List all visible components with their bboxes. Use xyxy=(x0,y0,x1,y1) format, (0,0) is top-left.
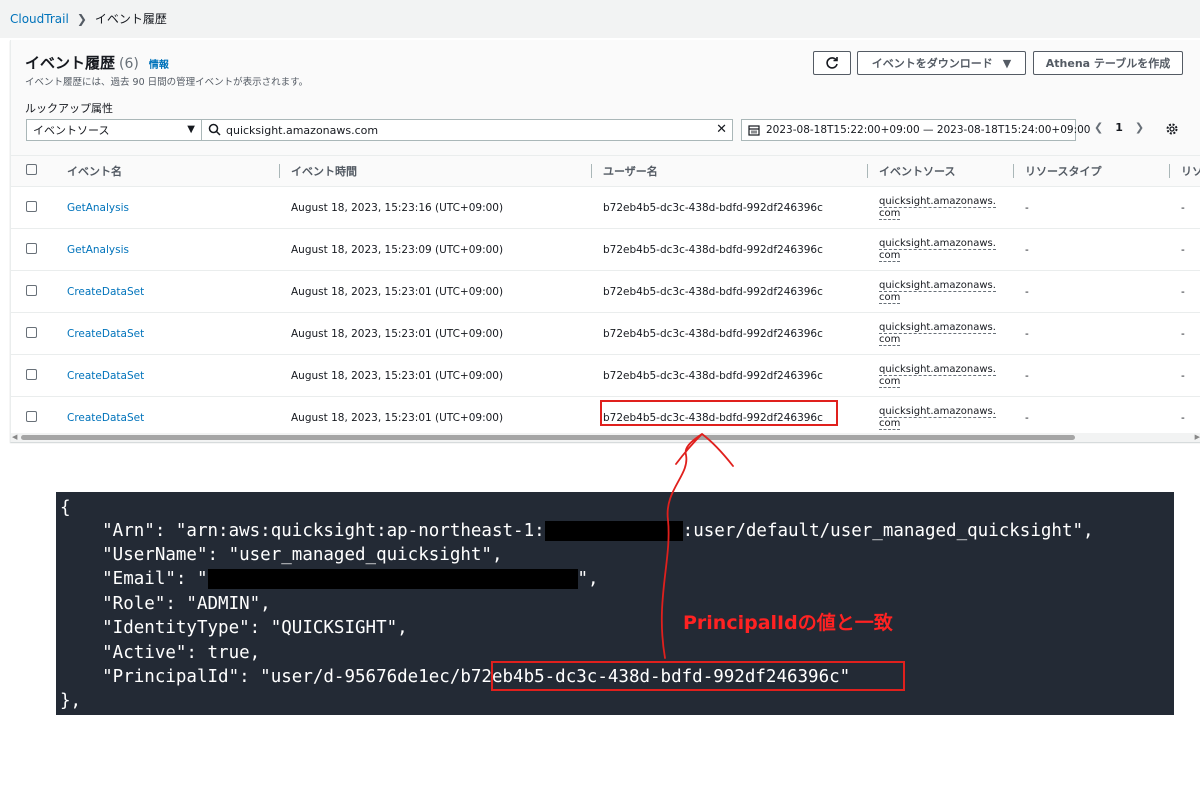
annotation-arrow xyxy=(660,432,734,659)
annotation-label: PrincipalIdの値と一致 xyxy=(683,612,893,634)
